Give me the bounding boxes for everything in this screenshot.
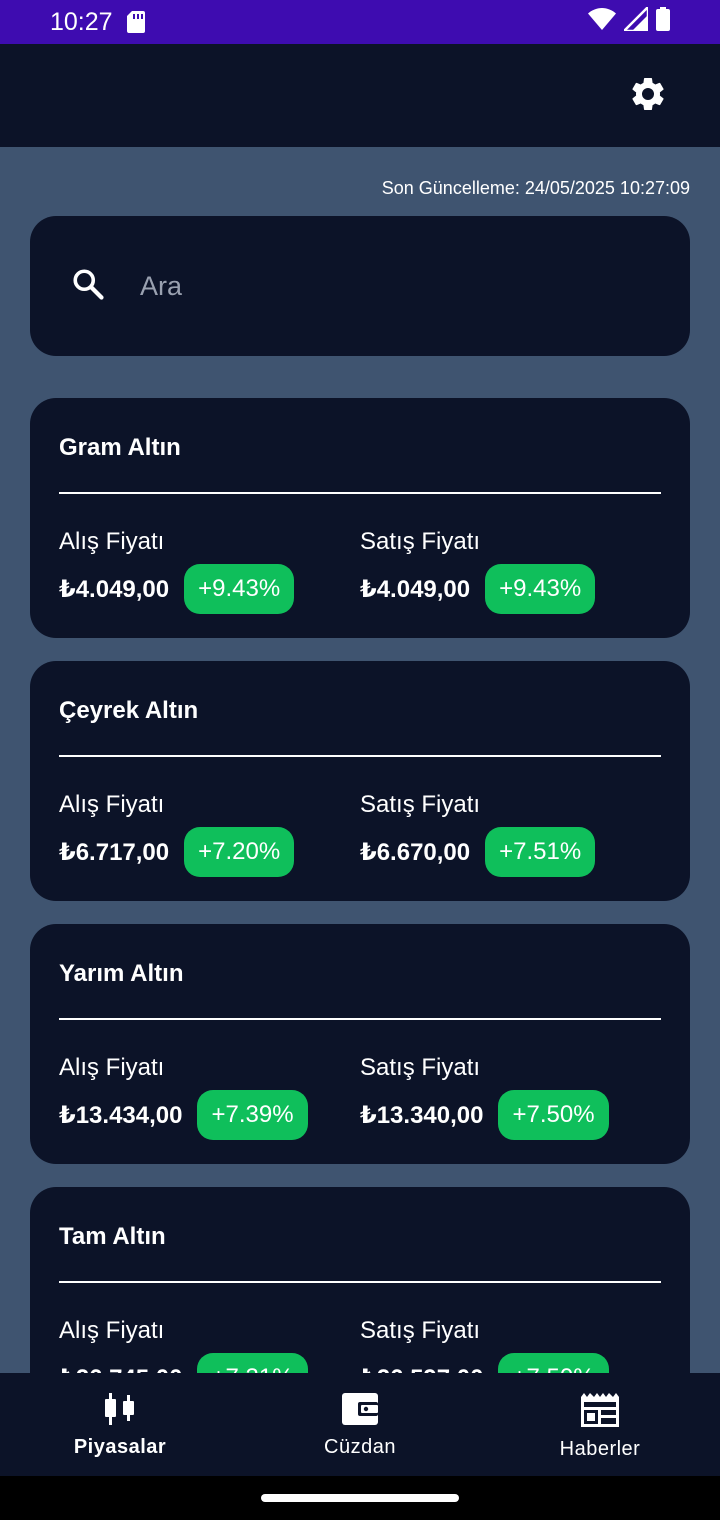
buy-price-label: Alış Fiyatı [59, 791, 165, 818]
sell-price-label: Satış Fiyatı [360, 1054, 481, 1081]
last-update-text: Son Güncelleme: 24/05/2025 10:27:09 [381, 178, 690, 198]
app-bar [0, 44, 720, 147]
card-divider [59, 492, 661, 494]
sd-card-icon [126, 11, 145, 33]
nav-item-haberler[interactable]: Haberler [480, 1373, 720, 1476]
signal-icon [620, 3, 650, 38]
buy-price-group: Alış Fiyatı ₺4.049,00 +9.43% [59, 528, 295, 614]
sell-price-value: ₺13.340,00 [360, 1101, 484, 1129]
nav-item-piyasalar[interactable]: Piyasalar [0, 1373, 240, 1476]
card-title: Gram Altın [59, 434, 181, 461]
sell-price-group: Satış Fiyatı ₺13.340,00 +7.50% [360, 1054, 609, 1140]
buy-price-value: ₺13.434,00 [59, 1101, 183, 1129]
search-input[interactable] [140, 270, 600, 302]
nav-item-cuzdan[interactable]: Cüzdan [240, 1373, 480, 1476]
card-title: Yarım Altın [59, 960, 184, 987]
buy-price-label: Alış Fiyatı [59, 1317, 165, 1344]
status-bar: 10:27 [0, 0, 720, 44]
card-title: Tam Altın [59, 1223, 166, 1250]
buy-price-group: Alış Fiyatı ₺13.434,00 +7.39% [59, 1054, 308, 1140]
price-card-yarim-altin[interactable]: Yarım Altın Alış Fiyatı ₺13.434,00 +7.39… [30, 924, 690, 1164]
sell-change-badge: +9.43% [485, 564, 596, 614]
sell-price-value: ₺26.597,00 [360, 1364, 483, 1374]
sell-change-badge: +7.51% [485, 827, 596, 877]
home-gesture-handle[interactable] [261, 1494, 459, 1502]
sell-price-label: Satış Fiyatı [360, 791, 481, 818]
sell-price-label: Satış Fiyatı [360, 1317, 481, 1344]
price-list[interactable]: Gram Altın Alış Fiyatı ₺4.049,00 +9.43% … [0, 398, 720, 1373]
sell-change-badge: +7.50% [498, 1353, 609, 1373]
sell-price-group: Satış Fiyatı ₺4.049,00 +9.43% [360, 528, 596, 614]
nav-label: Haberler [559, 1438, 641, 1460]
wallet-icon [342, 1393, 378, 1430]
bottom-nav: Piyasalar Cüzdan Haberler [0, 1373, 720, 1476]
buy-change-badge: +7.39% [197, 1090, 308, 1140]
buy-price-label: Alış Fiyatı [59, 528, 165, 555]
wifi-icon [588, 7, 616, 37]
sell-price-group: Satış Fiyatı ₺26.597,00 +7.50% [360, 1317, 609, 1373]
buy-price-value: ₺4.049,00 [59, 575, 170, 603]
status-time: 10:27 [50, 7, 113, 36]
card-divider [59, 1281, 661, 1283]
buy-price-group: Alış Fiyatı ₺26.745,00 +7.31% [59, 1317, 308, 1373]
nav-label: Piyasalar [73, 1436, 167, 1458]
buy-price-value: ₺6.717,00 [59, 838, 170, 866]
buy-change-badge: +7.31% [197, 1353, 308, 1373]
sell-price-value: ₺4.049,00 [360, 575, 471, 603]
sell-change-badge: +7.50% [498, 1090, 609, 1140]
buy-price-group: Alış Fiyatı ₺6.717,00 +7.20% [59, 791, 295, 877]
battery-icon [656, 6, 670, 38]
sell-price-group: Satış Fiyatı ₺6.670,00 +7.51% [360, 791, 596, 877]
settings-button[interactable] [626, 74, 670, 118]
nav-label: Cüzdan [324, 1436, 396, 1458]
buy-change-badge: +9.43% [184, 564, 295, 614]
price-card-tam-altin[interactable]: Tam Altın Alış Fiyatı ₺26.745,00 +7.31% … [30, 1187, 690, 1373]
gesture-navigation-area [0, 1476, 720, 1520]
buy-price-value: ₺26.745,00 [59, 1364, 182, 1374]
search-bar[interactable] [30, 216, 690, 356]
buy-change-badge: +7.20% [184, 827, 295, 877]
sell-price-label: Satış Fiyatı [360, 528, 481, 555]
card-title: Çeyrek Altın [59, 697, 199, 724]
newspaper-icon [581, 1393, 619, 1432]
price-card-gram-altin[interactable]: Gram Altın Alış Fiyatı ₺4.049,00 +9.43% … [30, 398, 690, 638]
candlestick-chart-icon [105, 1393, 135, 1430]
sell-price-value: ₺6.670,00 [360, 838, 471, 866]
search-icon [70, 266, 106, 307]
price-card-ceyrek-altin[interactable]: Çeyrek Altın Alış Fiyatı ₺6.717,00 +7.20… [30, 661, 690, 901]
card-divider [59, 1018, 661, 1020]
card-divider [59, 755, 661, 757]
gear-icon [628, 74, 668, 119]
buy-price-label: Alış Fiyatı [59, 1054, 165, 1081]
